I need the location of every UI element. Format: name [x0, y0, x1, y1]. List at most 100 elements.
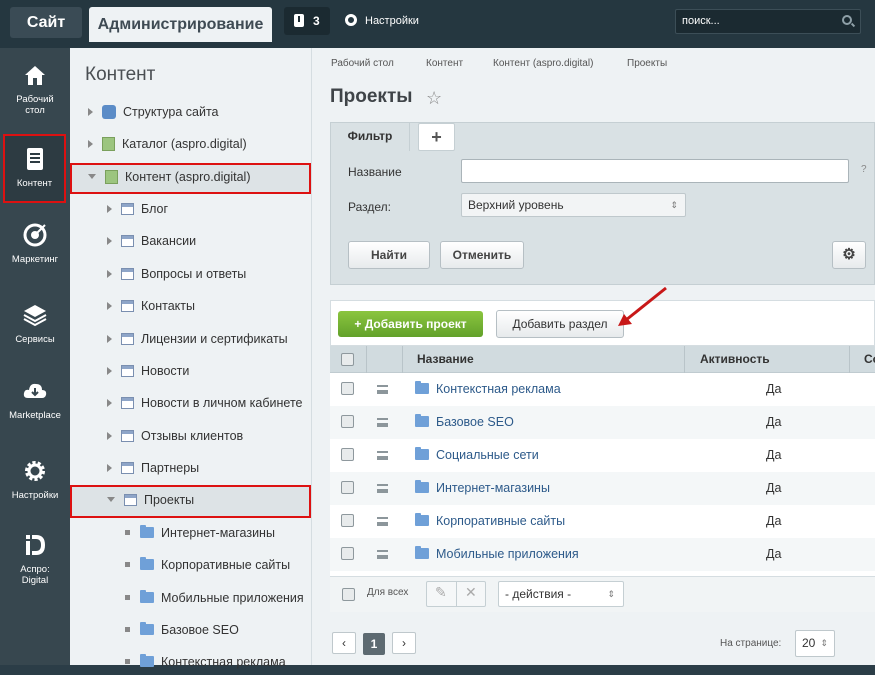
help-icon[interactable]: ? [861, 164, 867, 175]
expand-arrow-icon[interactable] [107, 432, 112, 440]
nav-settings[interactable]: Настройки [0, 458, 70, 501]
row-menu-icon[interactable] [377, 385, 388, 394]
expand-arrow-icon[interactable] [107, 464, 112, 472]
notifications-button[interactable]: 3 [284, 7, 330, 35]
search-icon[interactable] [842, 15, 852, 25]
tree-item-blog[interactable]: Блог [107, 197, 168, 222]
row-menu-icon[interactable] [377, 451, 388, 460]
tree-item-news[interactable]: Новости [107, 359, 189, 384]
row-checkbox[interactable] [341, 514, 354, 527]
nav-desktop[interactable]: Рабочий стол [0, 62, 70, 116]
nav-services[interactable]: Сервисы [0, 302, 70, 345]
tree-item-catalog[interactable]: Каталог (aspro.digital) [88, 132, 247, 157]
nav-marketing[interactable]: Маркетинг [0, 222, 70, 265]
tab-filter[interactable]: Фильтр [330, 122, 410, 151]
row-menu-icon[interactable] [377, 418, 388, 427]
add-filter-tab-button[interactable]: + [418, 123, 455, 151]
row-name-link[interactable]: Мобильные приложения [436, 547, 579, 561]
table-row[interactable]: Интернет-магазины Да [330, 472, 875, 505]
cancel-button[interactable]: Отменить [440, 241, 524, 269]
tree-item-licenses[interactable]: Лицензии и сертификаты [107, 327, 288, 352]
search-input[interactable]: поиск... [675, 9, 861, 34]
tree-item-cabinet-news[interactable]: Новости в личном кабинете [107, 391, 303, 416]
row-name-link[interactable]: Базовое SEO [436, 415, 514, 429]
nav-marketplace[interactable]: Marketplace [0, 378, 70, 421]
table-row[interactable]: Мобильные приложения Да [330, 538, 875, 571]
expand-arrow-icon[interactable] [88, 108, 93, 116]
tree-item-projects[interactable]: Проекты [107, 488, 194, 513]
tree-item-faq[interactable]: Вопросы и ответы [107, 262, 246, 287]
tree-item-context[interactable]: Контекстная реклама [125, 650, 286, 675]
table-row[interactable]: Базовое SEO Да [330, 406, 875, 439]
nav-content[interactable]: Контент [3, 134, 66, 203]
row-name-link[interactable]: Контекстная реклама [436, 382, 561, 396]
row-name-cell[interactable]: Интернет-магазины [415, 472, 550, 505]
add-section-button[interactable]: Добавить раздел [496, 310, 624, 338]
add-project-button[interactable]: + Добавить проект [338, 311, 483, 337]
expand-arrow-icon[interactable] [107, 399, 112, 407]
row-checkbox[interactable] [341, 448, 354, 461]
tree-item-reviews[interactable]: Отзывы клиентов [107, 424, 243, 449]
table-row[interactable]: Контекстная реклама Да [330, 373, 875, 406]
find-button[interactable]: Найти [348, 241, 430, 269]
table-row[interactable]: Социальные сети Да [330, 439, 875, 472]
next-page-button[interactable]: › [392, 632, 416, 654]
breadcrumb-item[interactable]: Контент [426, 58, 463, 69]
row-checkbox[interactable] [341, 382, 354, 395]
tree-item-contacts[interactable]: Контакты [107, 294, 195, 319]
select-all-checkbox[interactable] [341, 353, 354, 366]
breadcrumb-item[interactable]: Проекты [627, 58, 667, 69]
tree-item-seo[interactable]: Базовое SEO [125, 618, 239, 643]
row-name-link[interactable]: Интернет-магазины [436, 481, 550, 495]
expand-arrow-icon[interactable] [107, 335, 112, 343]
collapse-arrow-icon[interactable] [107, 497, 115, 502]
expand-arrow-icon[interactable] [88, 140, 93, 148]
expand-arrow-icon[interactable] [107, 237, 112, 245]
tree-item-partners[interactable]: Партнеры [107, 456, 199, 481]
expand-arrow-icon[interactable] [107, 270, 112, 278]
breadcrumb-item[interactable]: Рабочий стол [331, 58, 394, 69]
nav-aspro[interactable]: Аспро: Digital [0, 532, 70, 586]
column-active[interactable]: Активность [700, 346, 770, 372]
tree-item-corporate[interactable]: Корпоративные сайты [125, 553, 290, 578]
row-name-cell[interactable]: Мобильные приложения [415, 538, 579, 571]
tree-item-eshops[interactable]: Интернет-магазины [125, 521, 275, 546]
star-icon[interactable]: ☆ [426, 88, 442, 109]
row-menu-icon[interactable] [377, 550, 388, 559]
per-page-select[interactable]: 20 ⇕ [795, 630, 835, 657]
name-filter-input[interactable] [461, 159, 849, 183]
row-name-cell[interactable]: Контекстная реклама [415, 373, 561, 406]
filter-settings-button[interactable]: ⚙ [832, 241, 866, 269]
edit-icon[interactable]: ✎ [435, 584, 447, 601]
expand-arrow-icon[interactable] [107, 302, 112, 310]
row-name-link[interactable]: Социальные сети [436, 448, 539, 462]
row-name-cell[interactable]: Корпоративные сайты [415, 505, 565, 538]
delete-icon[interactable]: ✕ [465, 584, 477, 601]
row-name-cell[interactable]: Социальные сети [415, 439, 539, 472]
tree-item-content-aspro[interactable]: Контент (aspro.digital) [88, 165, 251, 190]
tree-item-structure[interactable]: Структура сайта [88, 100, 219, 125]
collapse-arrow-icon[interactable] [88, 174, 96, 179]
prev-page-button[interactable]: ‹ [332, 632, 356, 654]
tree-item-mobile[interactable]: Мобильные приложения [125, 586, 304, 611]
admin-tab[interactable]: Администрирование [89, 7, 272, 42]
column-sort[interactable]: Со [864, 346, 875, 372]
row-checkbox[interactable] [341, 481, 354, 494]
current-page[interactable]: 1 [363, 633, 385, 655]
column-name[interactable]: Название [417, 346, 474, 372]
tree-item-vacancies[interactable]: Вакансии [107, 229, 196, 254]
breadcrumb-item[interactable]: Контент (aspro.digital) [493, 58, 593, 69]
row-menu-icon[interactable] [377, 484, 388, 493]
row-checkbox[interactable] [341, 547, 354, 560]
expand-arrow-icon[interactable] [107, 367, 112, 375]
for-all-checkbox[interactable] [342, 588, 355, 601]
row-name-link[interactable]: Корпоративные сайты [436, 514, 565, 528]
row-checkbox[interactable] [341, 415, 354, 428]
actions-select[interactable]: - действия - ⇕ [498, 581, 624, 607]
section-select[interactable]: Верхний уровень ⇕ [461, 193, 686, 217]
table-row[interactable]: Корпоративные сайты Да [330, 505, 875, 538]
site-tab[interactable]: Сайт [10, 7, 82, 38]
row-name-cell[interactable]: Базовое SEO [415, 406, 514, 439]
row-menu-icon[interactable] [377, 517, 388, 526]
expand-arrow-icon[interactable] [107, 205, 112, 213]
